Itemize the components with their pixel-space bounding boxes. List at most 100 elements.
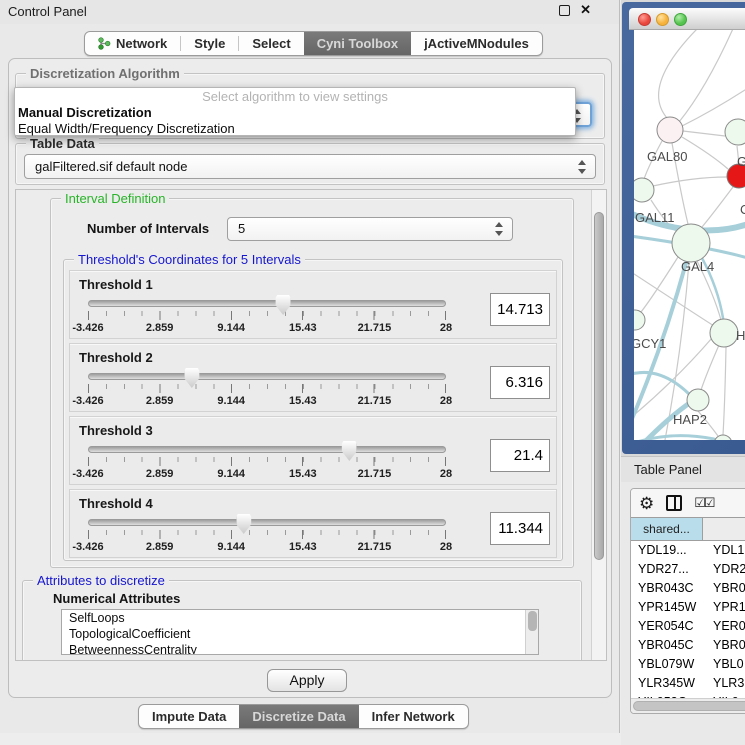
network-view-window[interactable]: GAL80 G C GAL11 GAL4 GCY1 H HAP2 — [622, 2, 745, 454]
slider-axis-labels: -3.426 2.859 9.144 15.43 21.715 28 — [88, 541, 446, 554]
threshold-1-panel: Threshold 1 -3.426 2.859 9.144 — [69, 270, 557, 339]
threshold-4-label: Threshold 4 — [79, 496, 153, 511]
minimize-traffic-light-icon[interactable] — [656, 13, 669, 26]
close-traffic-light-icon[interactable] — [638, 13, 651, 26]
tab-impute-data[interactable]: Impute Data — [139, 705, 239, 728]
combo-updown-arrows-icon — [578, 159, 587, 175]
tab-discretize-data[interactable]: Discretize Data — [239, 705, 358, 728]
tab-cyni-toolbox[interactable]: Cyni Toolbox — [304, 32, 411, 55]
discretization-algorithm-group-title: Discretization Algorithm — [26, 66, 184, 81]
apply-button[interactable]: Apply — [267, 669, 347, 692]
threshold-3-slider[interactable]: -3.426 2.859 9.144 15.43 21.715 28 — [88, 441, 446, 483]
node-label-gal4: GAL4 — [681, 259, 714, 274]
list-item[interactable]: TopologicalCoefficient — [62, 626, 538, 642]
threshold-2-value-field[interactable]: 6.316 — [490, 366, 550, 399]
combo-updown-arrows-icon — [495, 221, 504, 237]
list-item[interactable]: SelfLoops — [62, 610, 538, 626]
slider-track[interactable] — [88, 300, 446, 307]
node-hap2[interactable] — [687, 389, 709, 411]
threshold-4-value-field[interactable]: 11.344 — [490, 512, 550, 545]
node-label-gcy1: GCY1 — [634, 336, 666, 351]
number-of-intervals-value: 5 — [238, 221, 245, 236]
cyni-bottom-tabs: Impute Data Discretize Data Infer Networ… — [138, 704, 469, 729]
gear-icon[interactable]: ⚙ — [639, 495, 654, 512]
node-label-partial-c: C — [740, 202, 745, 217]
slider-track[interactable] — [88, 519, 446, 526]
threshold-1-slider[interactable]: -3.426 2.859 9.144 15.43 21.715 28 — [88, 295, 446, 337]
threshold-1-value-field[interactable]: 14.713 — [490, 293, 550, 326]
table-scrollbar-thumb[interactable] — [633, 701, 745, 711]
close-icon[interactable]: ✕ — [580, 4, 591, 16]
node-gal11[interactable] — [634, 178, 654, 202]
settings-scrollbar-thumb[interactable] — [594, 212, 604, 560]
numerical-attributes-list[interactable]: SelfLoops TopologicalCoefficient Between… — [61, 609, 539, 655]
node-label-partial-h: H — [736, 328, 745, 343]
node-table: ⚙ ☑☑ shared... na YDL19...YDL1 YDR27...Y… — [630, 488, 745, 714]
algorithm-dropdown-popup: Select algorithm to view settings Manual… — [14, 87, 576, 136]
network-nodes[interactable] — [634, 117, 745, 440]
table-row[interactable]: YER054CYER0 — [631, 617, 745, 636]
table-horizontal-scrollbar[interactable] — [631, 698, 745, 713]
node-gal80[interactable] — [657, 117, 683, 143]
network-icon — [98, 37, 111, 50]
table-row[interactable]: YBR045CYBR0 — [631, 636, 745, 655]
dropdown-item-manual-discretization[interactable]: Manual Discretization — [15, 105, 575, 121]
node-label-hap2: HAP2 — [673, 412, 707, 427]
list-scrollbar[interactable] — [525, 610, 538, 654]
tab-select-label: Select — [252, 36, 290, 51]
node-h-partial[interactable] — [710, 319, 738, 347]
column-header-name[interactable]: na — [703, 518, 745, 540]
node-label-gal80: GAL80 — [647, 149, 687, 164]
slider-track[interactable] — [88, 373, 446, 380]
node-label-gal11: GAL11 — [635, 210, 675, 225]
list-scrollbar-thumb[interactable] — [528, 611, 537, 631]
float-window-icon[interactable] — [559, 5, 570, 16]
control-panel: Control Panel ✕ Network Style Se — [0, 0, 620, 733]
column-header-shared-name[interactable]: shared... — [631, 518, 703, 540]
dropdown-placeholder-item[interactable]: Select algorithm to view settings — [15, 88, 575, 105]
table-row[interactable]: YDR27...YDR2 — [631, 560, 745, 579]
node-gcy1[interactable] — [634, 310, 645, 330]
threshold-4-slider[interactable]: -3.426 2.859 9.144 15.43 21.715 28 — [88, 514, 446, 556]
tab-cyni-toolbox-label: Cyni Toolbox — [317, 36, 398, 51]
node-partial-top-right[interactable] — [725, 119, 745, 145]
tab-style[interactable]: Style — [181, 32, 238, 55]
tab-jactivemnodules-label: jActiveMNodules — [424, 36, 529, 51]
threshold-4-panel: Threshold 4 -3.426 2.859 9.144 — [69, 489, 557, 558]
table-data-combobox[interactable]: galFiltered.sif default node — [24, 154, 596, 179]
split-view-icon[interactable] — [666, 495, 682, 511]
table-row[interactable]: YDL19...YDL1 — [631, 541, 745, 560]
tab-infer-network[interactable]: Infer Network — [359, 705, 468, 728]
node-gal4[interactable] — [672, 224, 710, 262]
network-window-titlebar[interactable] — [629, 8, 745, 30]
table-rows: YDL19...YDL1 YDR27...YDR2 YBR043CYBR0 YP… — [631, 541, 745, 712]
settings-scrollbar[interactable] — [591, 190, 606, 660]
list-item[interactable]: BetweennessCentrality — [62, 642, 538, 655]
slider-axis-labels: -3.426 2.859 9.144 15.43 21.715 28 — [88, 468, 446, 481]
table-row[interactable]: YBL079WYBL0 — [631, 655, 745, 674]
control-panel-titlebar: Control Panel ✕ — [0, 0, 619, 24]
tab-select[interactable]: Select — [239, 32, 303, 55]
threshold-3-panel: Threshold 3 -3.426 2.859 9.144 — [69, 416, 557, 485]
table-row[interactable]: YLR345WYLR3 — [631, 674, 745, 693]
select-columns-icon[interactable]: ☑☑ — [694, 495, 713, 511]
table-panel-body: ⚙ ☑☑ shared... na YDL19...YDL1 YDR27...Y… — [621, 482, 745, 745]
dropdown-item-equal-width[interactable]: Equal Width/Frequency Discretization — [15, 121, 575, 137]
slider-major-ticks — [88, 457, 446, 466]
table-row[interactable]: YBR043CYBR0 — [631, 579, 745, 598]
node-label-partial-g: G — [737, 154, 745, 169]
slider-track[interactable] — [88, 446, 446, 453]
threshold-2-slider[interactable]: -3.426 2.859 9.144 15.43 21.715 28 — [88, 368, 446, 410]
tab-jactivemnodules[interactable]: jActiveMNodules — [411, 32, 542, 55]
network-canvas[interactable]: GAL80 G C GAL11 GAL4 GCY1 H HAP2 — [634, 30, 745, 440]
tab-impute-data-label: Impute Data — [152, 709, 226, 724]
number-of-intervals-combobox[interactable]: 5 — [227, 217, 513, 241]
tab-network[interactable]: Network — [85, 32, 180, 55]
tab-network-label: Network — [116, 36, 167, 51]
slider-major-ticks — [88, 311, 446, 320]
threshold-3-value-field[interactable]: 21.4 — [490, 439, 550, 472]
control-panel-tabs: Network Style Select Cyni Toolbox jActiv… — [84, 31, 543, 56]
table-row[interactable]: YPR145WYPR1 — [631, 598, 745, 617]
node-bottom-partial[interactable] — [714, 435, 732, 440]
maximize-traffic-light-icon[interactable] — [674, 13, 687, 26]
